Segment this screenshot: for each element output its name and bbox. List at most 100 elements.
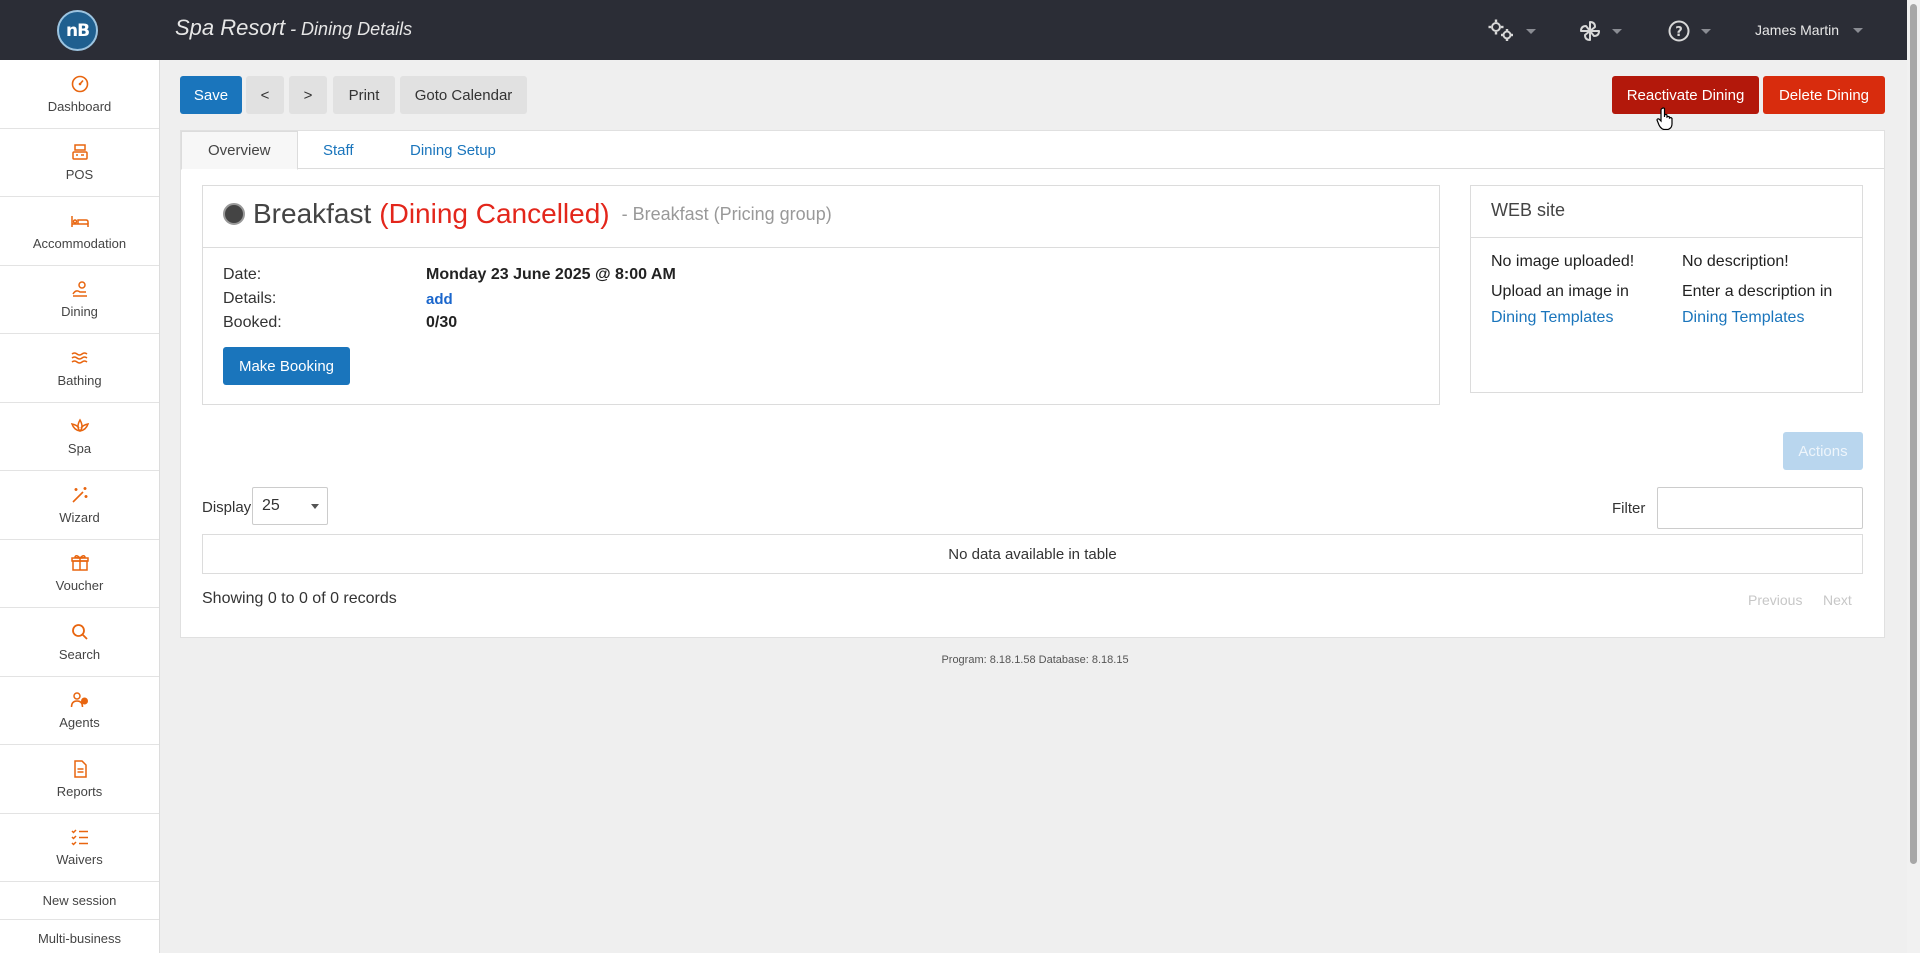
image-dining-templates-link[interactable]: Dining Templates xyxy=(1491,305,1634,331)
sidebar-item-label: Spa xyxy=(67,441,92,457)
dining-type-icon xyxy=(223,203,245,225)
sidebar-item-label: Bathing xyxy=(57,372,102,388)
tab-overview[interactable]: Overview xyxy=(181,131,298,170)
top-bar: nB Spa Resort - Dining Details ? James M… xyxy=(0,0,1907,60)
print-button[interactable]: Print xyxy=(333,76,395,114)
empty-table-message: No data available in table xyxy=(948,545,1117,563)
multi-business-label: Multi-business xyxy=(37,931,122,946)
version-footer: Program: 8.18.1.58 Database: 8.18.15 xyxy=(0,654,1920,666)
new-session-link[interactable]: New session xyxy=(0,882,159,920)
app-logo[interactable]: nB xyxy=(57,10,98,51)
cash-register-icon xyxy=(71,144,88,160)
sidebar-item-label: Waivers xyxy=(56,852,103,868)
actions-button[interactable]: Actions xyxy=(1783,432,1863,470)
sidebar-item-label: Wizard xyxy=(59,509,100,525)
settings-menu[interactable] xyxy=(1486,18,1536,44)
sidebar: Dashboard POS Accommodation Dining Bathi… xyxy=(0,60,160,953)
sidebar-item-wizard[interactable]: Wizard xyxy=(0,471,159,540)
gears-icon xyxy=(1488,19,1513,41)
sidebar-item-waivers[interactable]: Waivers xyxy=(0,814,159,882)
tab-staff[interactable]: Staff xyxy=(323,131,354,169)
sidebar-item-dining[interactable]: Dining xyxy=(0,266,159,334)
version-text: Program: 8.18.1.58 Database: 8.18.15 xyxy=(941,654,1129,666)
dining-status: (Dining Cancelled) xyxy=(379,198,610,229)
chevron-down-icon xyxy=(1701,28,1711,34)
help-menu[interactable]: ? xyxy=(1667,18,1711,44)
sidebar-item-voucher[interactable]: Voucher xyxy=(0,540,159,608)
sidebar-item-accommodation[interactable]: Accommodation xyxy=(0,197,159,266)
dining-title: Breakfast (Dining Cancelled) - Breakfast… xyxy=(223,198,832,230)
dining-info-card: Breakfast (Dining Cancelled) - Breakfast… xyxy=(202,185,1440,405)
sidebar-item-label: POS xyxy=(65,167,94,183)
description-dining-templates-link[interactable]: Dining Templates xyxy=(1682,305,1832,331)
scrollbar-thumb[interactable] xyxy=(1910,4,1917,864)
dining-name: Breakfast xyxy=(253,198,372,229)
sidebar-item-label: Accommodation xyxy=(32,235,127,251)
help-icon: ? xyxy=(1668,20,1690,42)
new-session-label: New session xyxy=(42,893,117,908)
agents-icon xyxy=(70,692,88,708)
sidebar-item-reports[interactable]: Reports xyxy=(0,745,159,814)
sidebar-item-search[interactable]: Search xyxy=(0,608,159,677)
magic-wand-icon xyxy=(71,486,87,503)
goto-calendar-button[interactable]: Goto Calendar xyxy=(400,76,527,114)
user-menu[interactable]: James Martin xyxy=(1755,22,1864,38)
save-button[interactable]: Save xyxy=(180,76,242,114)
data-table: No data available in table xyxy=(202,534,1863,574)
enter-description-text: Enter a description in xyxy=(1682,283,1833,300)
sidebar-item-bathing[interactable]: Bathing xyxy=(0,334,159,403)
website-title: WEB site xyxy=(1491,200,1566,220)
display-count-select[interactable]: 25 xyxy=(252,487,328,525)
booked-value: 0/30 xyxy=(426,314,458,331)
filter-label: Filter xyxy=(1612,500,1646,517)
user-name: James Martin xyxy=(1755,22,1840,38)
records-summary: Showing 0 to 0 of 0 records xyxy=(202,590,397,607)
chevron-down-icon xyxy=(1612,28,1622,34)
display-count-value: 25 xyxy=(262,497,280,514)
logo-text: nB xyxy=(65,20,90,41)
dashboard-icon xyxy=(71,75,88,93)
details-label: Details: xyxy=(223,290,277,307)
dining-icon xyxy=(71,281,87,297)
gift-icon xyxy=(70,555,89,571)
sidebar-item-agents[interactable]: Agents xyxy=(0,677,159,745)
reactivate-dining-button[interactable]: Reactivate Dining xyxy=(1612,76,1759,114)
display-label: Display xyxy=(202,499,252,516)
chevron-down-icon xyxy=(1853,27,1864,33)
lotus-icon xyxy=(70,418,89,433)
filter-input[interactable] xyxy=(1657,487,1863,529)
make-booking-button[interactable]: Make Booking xyxy=(223,347,350,385)
tab-bar: Overview Staff Dining Setup xyxy=(181,131,1884,170)
checklist-icon xyxy=(70,829,88,846)
pagination-next[interactable]: Next xyxy=(1823,592,1852,608)
app-title-text: Spa Resort xyxy=(175,15,286,40)
delete-dining-button[interactable]: Delete Dining xyxy=(1763,76,1885,114)
date-label: Date: xyxy=(223,266,262,283)
sidebar-item-label: Reports xyxy=(56,783,103,799)
tab-dining-setup[interactable]: Dining Setup xyxy=(410,131,496,169)
search-icon xyxy=(71,623,88,640)
hand-cursor-icon xyxy=(1656,107,1673,131)
website-card: WEB site No image uploaded! Upload an im… xyxy=(1470,185,1863,393)
dining-card-header: Breakfast (Dining Cancelled) - Breakfast… xyxy=(203,186,1439,248)
chevron-down-icon xyxy=(1526,28,1536,34)
previous-record-button[interactable]: < xyxy=(246,76,284,114)
multi-business-link[interactable]: Multi-business xyxy=(0,920,159,953)
sidebar-item-label: Voucher xyxy=(55,578,104,594)
pinwheel-icon xyxy=(1580,21,1600,41)
page-scrollbar[interactable] xyxy=(1907,0,1920,953)
report-document-icon xyxy=(73,760,87,778)
add-details-link[interactable]: add xyxy=(426,291,453,308)
sidebar-item-dashboard[interactable]: Dashboard xyxy=(0,60,159,129)
pagination-previous[interactable]: Previous xyxy=(1748,592,1802,608)
sidebar-item-spa[interactable]: Spa xyxy=(0,403,159,471)
page-title: Spa Resort - Dining Details xyxy=(175,15,412,41)
website-card-header: WEB site xyxy=(1471,186,1862,238)
no-description-text: No description! xyxy=(1682,253,1789,270)
sidebar-item-label: Agents xyxy=(59,715,100,731)
sidebar-item-pos[interactable]: POS xyxy=(0,129,159,197)
date-value: Monday 23 June 2025 @ 8:00 AM xyxy=(426,266,676,283)
no-image-text: No image uploaded! xyxy=(1491,253,1635,270)
next-record-button[interactable]: > xyxy=(289,76,327,114)
tools-menu[interactable] xyxy=(1578,18,1622,44)
